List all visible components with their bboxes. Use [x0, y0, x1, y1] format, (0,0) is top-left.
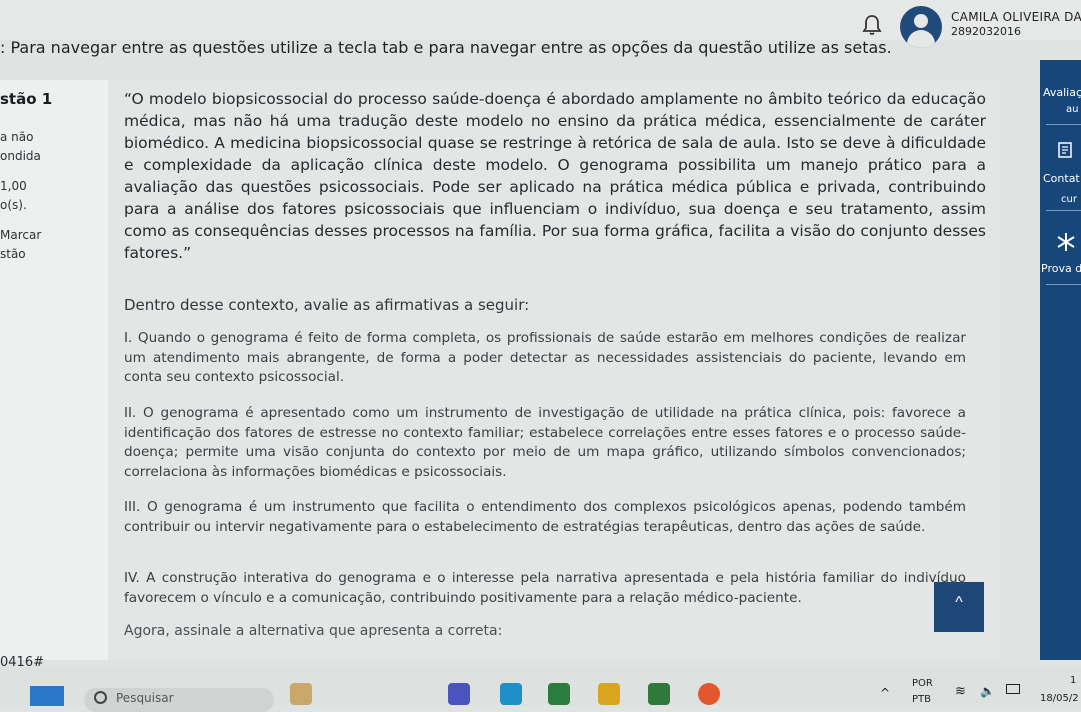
divider: [1046, 124, 1081, 125]
user-id: 2892032016: [951, 25, 1021, 38]
right-sidebar-item-avaliacao[interactable]: Avaliaç: [1043, 86, 1081, 99]
star-icon[interactable]: [1056, 232, 1076, 252]
taskbar-search-placeholder[interactable]: Pesquisar: [116, 691, 174, 705]
widgets-icon[interactable]: [290, 683, 312, 705]
chevron-up-icon: ^: [955, 594, 963, 611]
user-name: CAMILA OLIVEIRA DA: [951, 10, 1081, 24]
divider: [1046, 210, 1081, 211]
battery-icon[interactable]: [1006, 684, 1020, 694]
mark-question-link-cont[interactable]: stão: [0, 247, 26, 261]
statement-1: I. Quando o genograma é feito de forma c…: [124, 330, 966, 385]
wifi-icon[interactable]: ≋: [955, 684, 966, 699]
sidebar-score: 1,00: [0, 179, 27, 193]
question-number: stão 1: [0, 90, 53, 108]
right-sidebar-item-avaliacao-sub[interactable]: au: [1066, 104, 1078, 115]
search-icon: [94, 691, 107, 704]
right-sidebar-item-conteudo-sub[interactable]: cur: [1061, 194, 1077, 205]
sidebar-points-label: o(s).: [0, 198, 27, 212]
store-icon[interactable]: [648, 683, 670, 705]
chrome-icon[interactable]: [698, 683, 720, 705]
scroll-top-button[interactable]: ^: [934, 582, 984, 632]
edge-icon[interactable]: [500, 683, 522, 705]
right-sidebar-item-prova[interactable]: Prova d: [1041, 262, 1081, 275]
question-sidebar: [0, 80, 108, 660]
sidebar-status-line: ondida: [0, 149, 41, 163]
statement-3: III. O genograma é um instrumento que fa…: [124, 499, 966, 535]
language-top[interactable]: POR: [912, 678, 933, 689]
clock-time[interactable]: 1: [1070, 675, 1076, 686]
question-prompt: Dentro desse contexto, avalie as afirmat…: [124, 296, 530, 314]
document-icon[interactable]: [1057, 142, 1073, 158]
windows-start-icon[interactable]: [30, 686, 64, 706]
answer-instruction: Agora, assinale a alternativa que aprese…: [124, 623, 503, 639]
instructions-text: : Para navegar entre as questões utilize…: [0, 38, 892, 57]
excel-icon[interactable]: [548, 683, 570, 705]
question-quote: “O modelo biopsicossocial do processo sa…: [124, 90, 986, 262]
bell-icon[interactable]: [862, 14, 882, 36]
volume-icon[interactable]: 🔈: [980, 684, 995, 698]
clock-date[interactable]: 18/05/2: [1040, 693, 1079, 704]
sidebar-status-line: a não: [0, 130, 34, 144]
language-bottom[interactable]: PTB: [912, 694, 931, 705]
statement-4: IV. A construção interativa do genograma…: [124, 570, 966, 606]
right-sidebar-item-conteudo[interactable]: Contat: [1043, 172, 1080, 185]
divider: [1046, 284, 1081, 285]
tray-chevron-icon[interactable]: ^: [880, 686, 890, 700]
statement-2: II. O genograma é apresentado como um in…: [124, 405, 966, 480]
file-explorer-icon[interactable]: [598, 683, 620, 705]
mark-question-link[interactable]: Marcar: [0, 228, 41, 242]
teams-icon[interactable]: [448, 683, 470, 705]
avatar[interactable]: [900, 6, 942, 48]
taskbar-search[interactable]: [84, 688, 274, 712]
